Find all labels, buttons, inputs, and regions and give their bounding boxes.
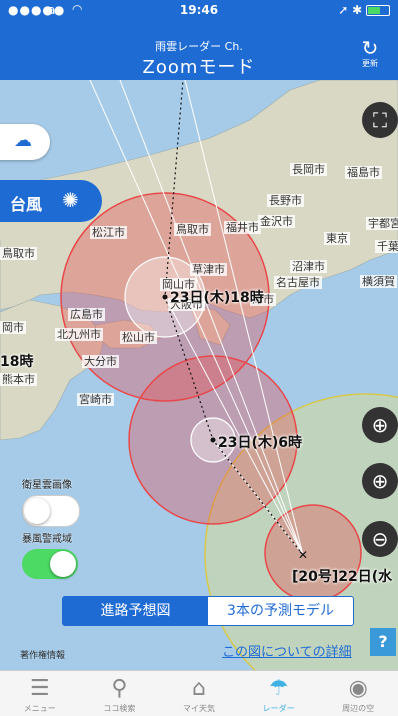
zoom-out-button[interactable]: ⊖ [362,521,398,557]
city-label: 宮崎市 [77,393,114,406]
tab-search[interactable]: ⚲ ココ検索 [80,671,160,716]
city-label: 福井市 [224,221,261,234]
city-label: 松江市 [90,226,127,239]
radar-map[interactable]: ✕ 長岡市 福島市 長野市 宇都宮 福井市 金沢市 東京 千葉 鳥取市 松江市 草津市 沼津市 名古屋市… [0,80,398,670]
refresh-icon: ↻ [361,36,379,60]
help-button[interactable]: ? [370,628,396,656]
menu-icon: ☰ [29,676,50,701]
nav-bar: 雨雲レーダー Ch. Zoomモード ↻ 更新 [0,20,398,80]
copyright-link[interactable]: 著作権情報 [20,648,65,661]
forecast-mode-segmented: 進路予想図 3本の予測モデル [62,596,354,626]
map-layers-icon: ⛶ [373,108,387,132]
svg-text:✕: ✕ [298,548,308,562]
tab-label: マイ天気 [182,704,215,713]
radar-icon: ☂ [268,676,289,701]
city-label: 長野市 [267,194,304,207]
tab-menu[interactable]: ☰ メニュー [0,671,80,716]
city-label: 松山市 [120,331,157,344]
city-label: 熊本市 [0,373,37,386]
typhoon-icon: ✺ [62,188,79,212]
city-label: 福島市 [345,166,382,179]
city-label: 草津市 [190,263,227,276]
tab-nearby-sky[interactable]: ◉ 周辺の空 [318,671,398,716]
city-label: 広島市 [68,308,105,321]
status-bar: ●●●●● au ◠ 19:46 ➚ ✱ [0,0,398,20]
refresh-label: 更新 [362,59,378,68]
zoom-out-icon: ⊖ [371,527,389,551]
tab-label: 周辺の空 [342,704,375,713]
city-label: 名古屋市 [274,276,322,289]
city-label: 沼津市 [290,260,327,273]
satellite-toggle[interactable] [22,495,80,527]
page-title: Zoomモード [142,57,256,78]
city-label: 大分市 [82,355,119,368]
city-label: 金沢市 [258,215,295,228]
city-label: 横須賀 [360,275,397,288]
segment-three-models[interactable]: 3本の予測モデル [208,597,353,625]
segment-track-forecast[interactable]: 進路予想図 [63,597,208,625]
tab-bar: ☰ メニュー ⚲ ココ検索 ⌂ マイ天気 ☂ レーダー ◉ 周辺の空 [0,670,398,716]
city-label: 千葉 [375,240,398,253]
satellite-toggle-label: 衛星雲画像 [22,480,72,491]
storm-area-toggle[interactable] [22,549,78,579]
city-label: 鳥取市 [0,247,37,260]
typhoon-button[interactable]: 台風 ✺ [0,180,102,222]
city-label: 鳥取市 [174,223,211,236]
city-label: 宇都宮 [366,217,398,230]
camera-icon: ◉ [348,676,368,701]
city-label: 長岡市 [290,163,327,176]
tab-label: レーダー [262,704,295,713]
current-storm-circle [264,504,362,602]
tab-label: メニュー [23,704,56,713]
tab-radar[interactable]: ☂ レーダー [239,671,319,716]
locate-button[interactable]: ⊕ [362,407,398,443]
refresh-button[interactable]: ↻ 更新 [352,38,388,69]
search-icon: ⚲ [111,676,128,701]
tab-my-weather[interactable]: ⌂ マイ天気 [159,671,239,716]
forecast-label: 23日(木)6時 [218,435,303,451]
typhoon-label: 台風 [10,195,43,214]
crosshair-icon: ⊕ [371,413,389,437]
battery-icon [366,5,390,16]
satellite-toggle-block: 衛星雲画像 [22,476,80,527]
map-detail-link[interactable]: この図についての詳細 [222,641,352,660]
home-icon: ⌂ [192,676,206,701]
status-right: ➚ ✱ [338,3,390,17]
storm-area-toggle-block: 暴風警戒域 [22,530,78,579]
channel-subtitle: 雨雲レーダー Ch. [155,40,243,53]
storm-area-toggle-label: 暴風警戒域 [22,534,72,545]
city-label: 北九州市 [55,328,103,341]
city-label: 岡市 [0,321,26,334]
zoom-in-icon: ⊕ [371,469,389,493]
tab-label: ココ検索 [103,704,136,713]
layers-button[interactable]: ⛶ [362,102,398,138]
rain-cloud-button[interactable]: ☁ [0,124,50,160]
city-label: 東京 [324,232,350,245]
location-bluetooth-icon: ➚ ✱ [338,3,363,17]
rain-cloud-icon: ☁ [14,130,32,151]
zoom-in-button[interactable]: ⊕ [362,463,398,499]
forecast-label: [20号]22日(水 [292,569,393,585]
forecast-label: 23日(木)18時 [170,290,264,306]
forecast-label-edge: 18時 [0,354,34,370]
